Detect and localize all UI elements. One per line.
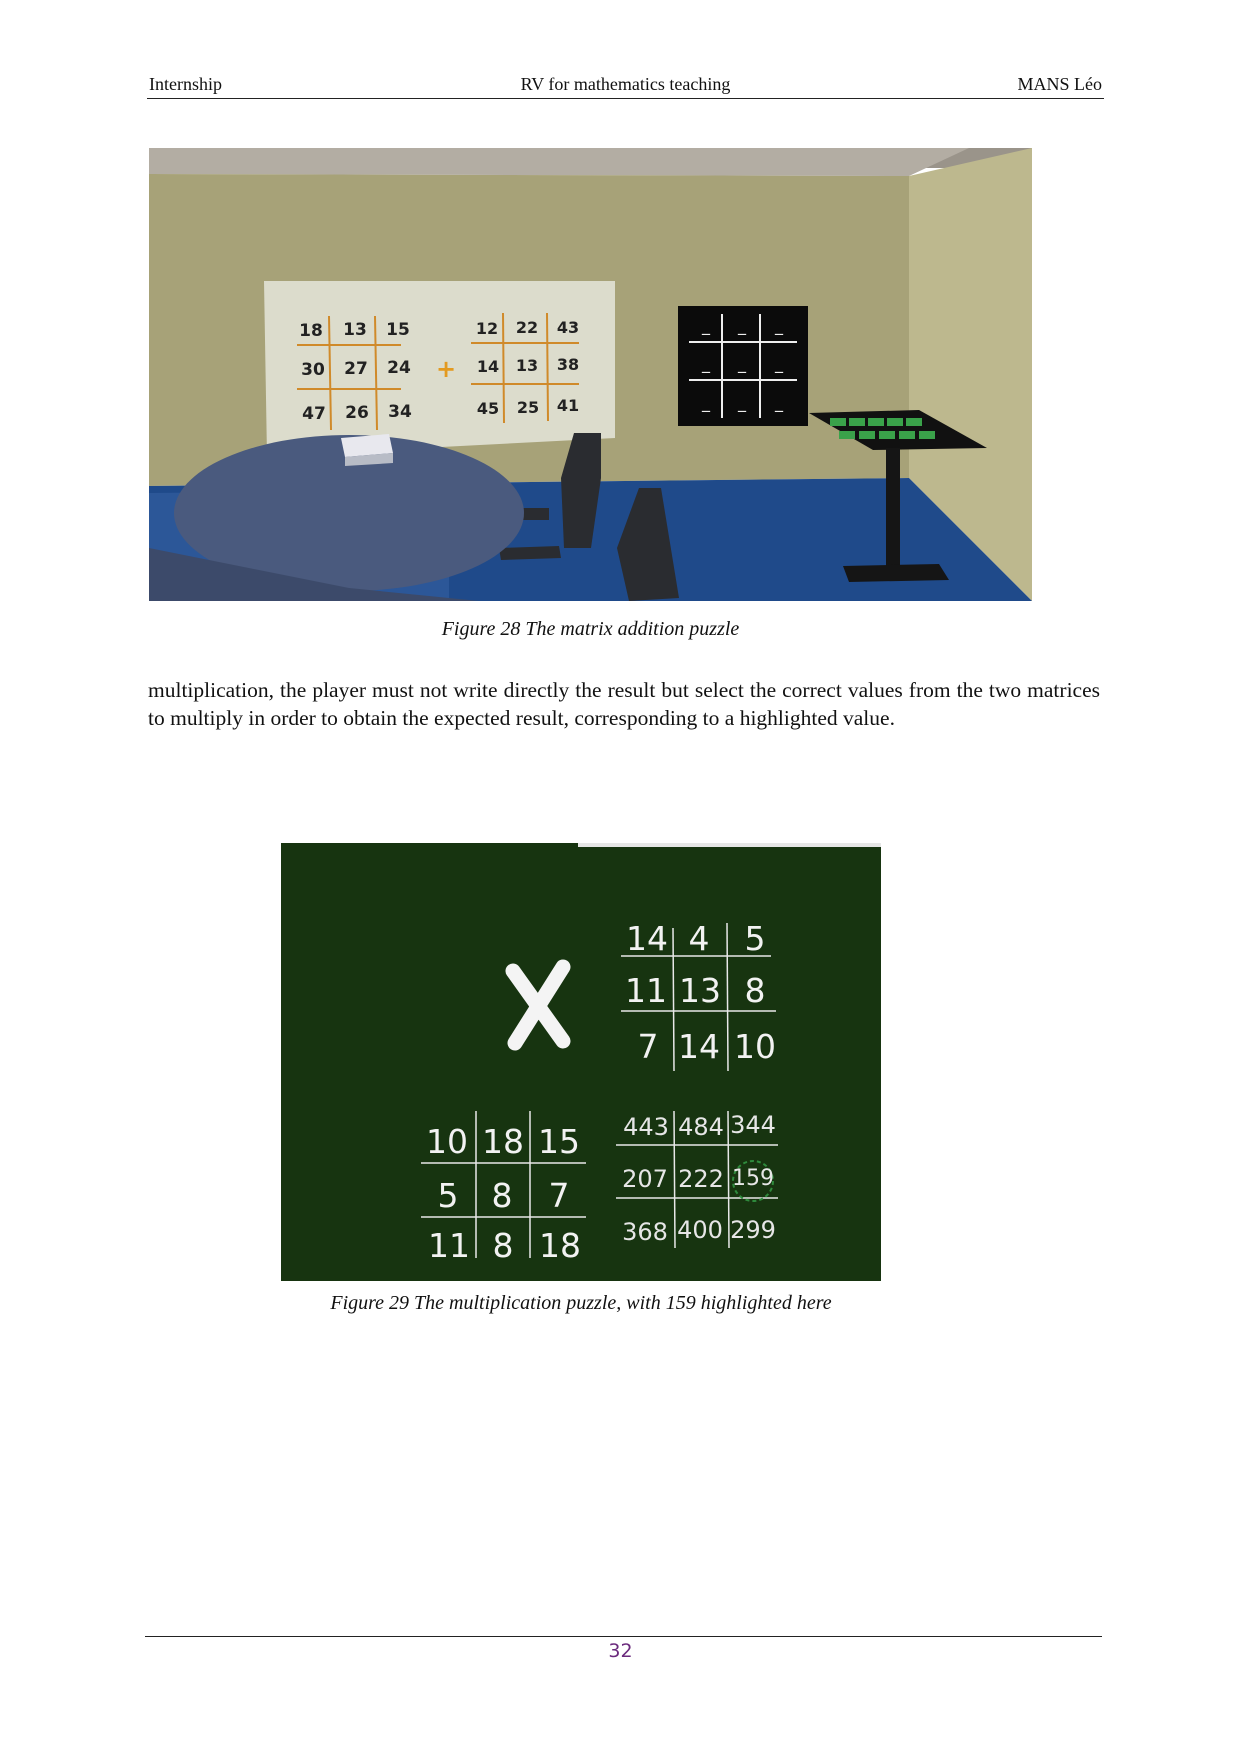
answer-cell: _ (701, 316, 711, 336)
matrix-cell: 13 (516, 356, 538, 375)
matrix-cell: 18 (539, 1226, 581, 1265)
matrix-cell: 5 (745, 919, 766, 958)
answer-cell: _ (701, 393, 711, 413)
matrix-cell: 15 (538, 1122, 580, 1161)
matrix-cell: 207 (622, 1165, 668, 1193)
result-matrix: 443 484 344 207 222 159 368 400 299 (616, 1110, 778, 1249)
answer-cell: _ (774, 393, 784, 413)
matrix-cell: 8 (492, 1176, 513, 1215)
plus-operator: + (436, 355, 456, 383)
footer-rule (145, 1636, 1102, 1637)
matrix-cell: 368 (622, 1218, 668, 1246)
matrix-cell: 15 (386, 320, 410, 340)
figure-28-image: 18 13 15 30 27 24 47 26 34 + 12 22 43 14… (149, 148, 1032, 601)
matrix-cell: 8 (745, 971, 766, 1010)
matrix-cell: 25 (517, 398, 539, 417)
matrix-cell: 400 (677, 1216, 723, 1244)
body-paragraph: multiplication, the player must not writ… (148, 678, 1100, 730)
figure-28-caption: Figure 28 The matrix addition puzzle (441, 618, 740, 640)
matrix-a: 18 13 15 30 27 24 47 26 34 (297, 315, 412, 431)
highlighted-value: 159 (732, 1166, 774, 1191)
answer-cell: _ (737, 393, 747, 413)
matrix-cell: 41 (557, 396, 579, 415)
top-matrix: 14 4 5 11 13 8 7 14 10 (621, 919, 776, 1072)
header-center: RV for mathematics teaching (520, 74, 731, 94)
matrix-cell: 11 (625, 971, 667, 1010)
answer-cell: _ (737, 316, 747, 336)
matrix-cell: 45 (477, 399, 499, 418)
matrix-cell: 38 (557, 355, 579, 374)
answer-cell: _ (701, 354, 711, 374)
matrix-cell: 13 (343, 320, 367, 340)
matrix-cell: 18 (482, 1122, 524, 1161)
matrix-cell: 22 (516, 318, 538, 337)
matrix-cell: 24 (387, 358, 411, 378)
matrix-cell: 13 (679, 971, 721, 1010)
matrix-cell: 14 (477, 357, 499, 376)
answer-cell: _ (774, 354, 784, 374)
figure-29-image: 14 4 5 11 13 8 7 14 10 10 18 15 5 8 7 11… (281, 843, 881, 1281)
figure-29-caption: Figure 29 The multiplication puzzle, wit… (330, 1292, 832, 1314)
matrix-cell: 7 (549, 1176, 570, 1215)
matrix-cell: 47 (302, 404, 326, 424)
matrix-cell: 43 (557, 318, 579, 337)
matrix-cell: 8 (493, 1226, 514, 1265)
matrix-b: 12 22 43 14 13 38 45 25 41 (471, 312, 579, 424)
matrix-cell: 5 (438, 1176, 459, 1215)
answer-cell: _ (737, 354, 747, 374)
matrix-cell: 27 (344, 359, 368, 379)
matrix-cell: 30 (301, 360, 325, 380)
matrix-cell: 11 (428, 1226, 470, 1265)
matrix-cell: 14 (626, 919, 668, 958)
matrix-cell: 222 (678, 1165, 724, 1193)
matrix-cell: 299 (730, 1216, 776, 1244)
left-matrix: 10 18 15 5 8 7 11 8 18 (421, 1111, 586, 1265)
matrix-cell: 484 (678, 1113, 724, 1141)
answer-board: _ _ _ _ _ _ _ _ _ (678, 306, 808, 426)
answer-cell: _ (774, 316, 784, 336)
matrix-cell: 10 (734, 1027, 776, 1066)
matrix-cell: 344 (730, 1111, 776, 1139)
matrix-cell: 7 (638, 1027, 659, 1066)
page-number: 32 (608, 1640, 633, 1662)
matrix-cell: 12 (476, 319, 498, 338)
page-header: Internship RV for mathematics teaching M… (147, 74, 1104, 99)
matrix-cell: 14 (678, 1027, 720, 1066)
matrix-cell: 18 (299, 321, 323, 341)
matrix-cell: 26 (345, 403, 369, 423)
matrix-cell: 34 (388, 402, 412, 422)
matrix-cell: 443 (623, 1113, 669, 1141)
header-right: MANS Léo (1017, 74, 1103, 94)
matrix-cell: 4 (689, 919, 710, 958)
matrix-cell: 10 (426, 1122, 468, 1161)
